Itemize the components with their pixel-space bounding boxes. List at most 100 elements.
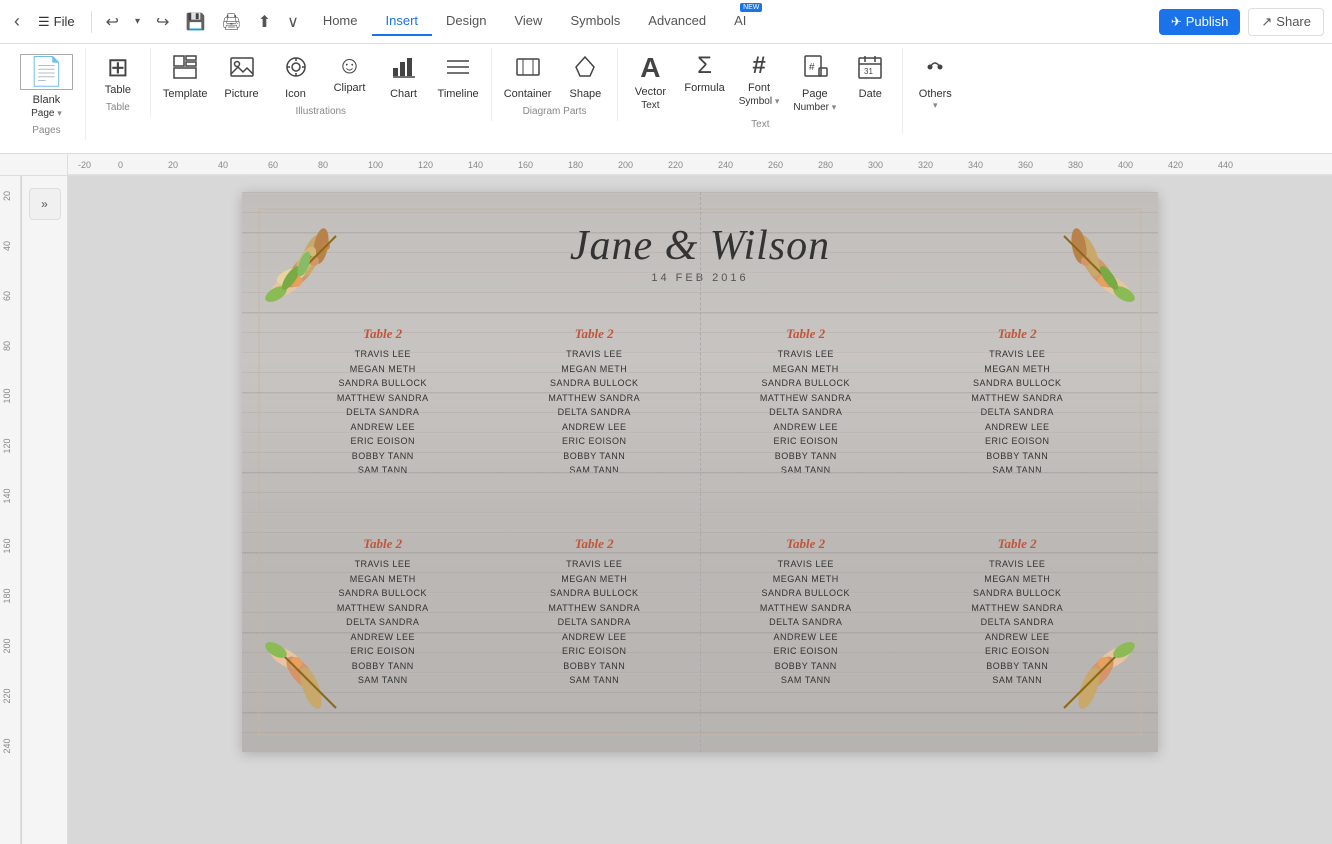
picture-button[interactable]: Picture [216, 48, 268, 102]
date-icon: 31 [857, 54, 883, 84]
guest-name: BOBBY TANN [921, 660, 1115, 674]
nav-bar: ‹ ☰ File ↩ ▾ ↪ 💾 🖨 ⬆ ∨ Home Insert Desig… [0, 0, 1332, 44]
seating-table-8: Table 2TRAVIS LEEMEGAN METHSANDRA BULLOC… [917, 532, 1119, 732]
publish-icon: ✈ [1171, 14, 1182, 30]
back-button[interactable]: ‹ [8, 7, 26, 36]
page-number-button[interactable]: # Page Number ▾ [787, 48, 842, 115]
diagram-items: Container Shape [498, 48, 612, 102]
guest-name: ERIC EOISON [921, 435, 1115, 449]
guest-name: SAM TANN [286, 464, 480, 478]
date-button[interactable]: 31 Date [844, 48, 896, 102]
undo-button[interactable]: ↩ [100, 8, 125, 36]
guest-name: ERIC EOISON [286, 645, 480, 659]
template-button[interactable]: Template [157, 48, 214, 102]
export-button[interactable]: ⬆ [252, 8, 277, 36]
guest-name: ERIC EOISON [498, 645, 692, 659]
container-button[interactable]: Container [498, 48, 558, 102]
table-title-5: Table 2 [286, 536, 480, 552]
guest-name: TRAVIS LEE [498, 348, 692, 362]
tab-view[interactable]: View [500, 7, 556, 36]
svg-text:20: 20 [2, 191, 12, 201]
svg-text:#: # [809, 62, 815, 73]
guest-name: TRAVIS LEE [709, 348, 903, 362]
svg-text:360: 360 [1018, 160, 1033, 170]
seating-table-7: Table 2TRAVIS LEEMEGAN METHSANDRA BULLOC… [705, 532, 907, 732]
guest-name: MATTHEW SANDRA [286, 392, 480, 406]
print-button[interactable]: 🖨 [215, 8, 247, 36]
blank-page-button[interactable]: 📄 Blank Page ▾ [14, 48, 79, 121]
share-icon: ↗ [1261, 14, 1272, 30]
more-button[interactable]: ∨ [281, 8, 305, 36]
collapse-icon: » [41, 197, 48, 211]
guest-name: MEGAN METH [498, 363, 692, 377]
others-icon [922, 54, 948, 84]
table-button[interactable]: ⊞ Table [92, 48, 144, 98]
guest-name: ERIC EOISON [709, 645, 903, 659]
table-title-3: Table 2 [709, 326, 903, 342]
svg-text:80: 80 [2, 341, 12, 351]
redo-button[interactable]: ↪ [150, 8, 175, 36]
guest-name: DELTA SANDRA [498, 616, 692, 630]
guest-name: SAM TANN [921, 674, 1115, 688]
guest-name: SANDRA BULLOCK [921, 587, 1115, 601]
table-items: ⊞ Table [92, 48, 144, 98]
shape-button[interactable]: Shape [559, 48, 611, 102]
svg-text:180: 180 [2, 588, 12, 603]
clipart-button[interactable]: ☺ Clipart [324, 48, 376, 96]
pages-items: 📄 Blank Page ▾ [14, 48, 79, 121]
tab-ai[interactable]: AINEW [720, 7, 760, 36]
floral-corner-tl [256, 206, 376, 326]
guest-name: MATTHEW SANDRA [709, 392, 903, 406]
canvas-area[interactable]: Jane & Wilson 14 FEB 2016 Table 2TRAVIS … [68, 176, 1332, 844]
file-menu[interactable]: ☰ File [30, 10, 83, 34]
icon-button[interactable]: Icon [270, 48, 322, 102]
guest-name: TRAVIS LEE [709, 558, 903, 572]
vector-text-button[interactable]: A Vector Text [624, 48, 676, 113]
guest-name: ERIC EOISON [709, 435, 903, 449]
tab-design[interactable]: Design [432, 7, 500, 36]
svg-text:380: 380 [1068, 160, 1083, 170]
guest-name: SANDRA BULLOCK [498, 377, 692, 391]
chart-icon [391, 54, 417, 84]
chart-button[interactable]: Chart [378, 48, 430, 102]
guest-name: DELTA SANDRA [286, 406, 480, 420]
guest-name: TRAVIS LEE [286, 348, 480, 362]
tab-symbols[interactable]: Symbols [556, 7, 634, 36]
guest-name: ANDREW LEE [286, 421, 480, 435]
container-label: Container [504, 88, 552, 100]
guest-name: SANDRA BULLOCK [286, 377, 480, 391]
guest-name: SANDRA BULLOCK [498, 587, 692, 601]
guest-name: SAM TANN [709, 464, 903, 478]
guest-name: SANDRA BULLOCK [709, 587, 903, 601]
seating-table-6: Table 2TRAVIS LEEMEGAN METHSANDRA BULLOC… [494, 532, 696, 732]
svg-text:120: 120 [418, 160, 433, 170]
tab-advanced[interactable]: Advanced [634, 7, 720, 36]
ruler-corner [0, 154, 68, 176]
guest-name: BOBBY TANN [709, 660, 903, 674]
illustrations-items: Template Picture Icon ☺ Clipart [157, 48, 485, 102]
undo-dropdown[interactable]: ▾ [129, 12, 146, 31]
vector-text-icon: A [640, 54, 660, 82]
seating-table-4: Table 2TRAVIS LEEMEGAN METHSANDRA BULLOC… [917, 322, 1119, 522]
collapse-button[interactable]: » [29, 188, 61, 220]
seating-table-5: Table 2TRAVIS LEEMEGAN METHSANDRA BULLOC… [282, 532, 484, 732]
svg-text:260: 260 [768, 160, 783, 170]
guest-name: SAM TANN [709, 674, 903, 688]
share-button[interactable]: ↗ Share [1248, 8, 1324, 36]
guest-name: MATTHEW SANDRA [921, 392, 1115, 406]
publish-button[interactable]: ✈ Publish [1159, 9, 1241, 35]
font-symbol-button[interactable]: # Font Symbol ▾ [733, 48, 786, 109]
guest-name: TRAVIS LEE [286, 558, 480, 572]
guest-name: BOBBY TANN [498, 660, 692, 674]
svg-text:140: 140 [468, 160, 483, 170]
tab-insert[interactable]: Insert [372, 7, 433, 36]
guest-name: MEGAN METH [709, 573, 903, 587]
others-button[interactable]: Others ▾ [909, 48, 961, 113]
save-button[interactable]: 💾 [179, 8, 211, 36]
formula-button[interactable]: Σ Formula [678, 48, 730, 96]
menu-icon: ☰ [38, 14, 50, 30]
timeline-button[interactable]: Timeline [432, 48, 485, 102]
icon-icon [283, 54, 309, 84]
toolbar-group-table: ⊞ Table Table [86, 48, 151, 117]
tab-home[interactable]: Home [309, 7, 372, 36]
